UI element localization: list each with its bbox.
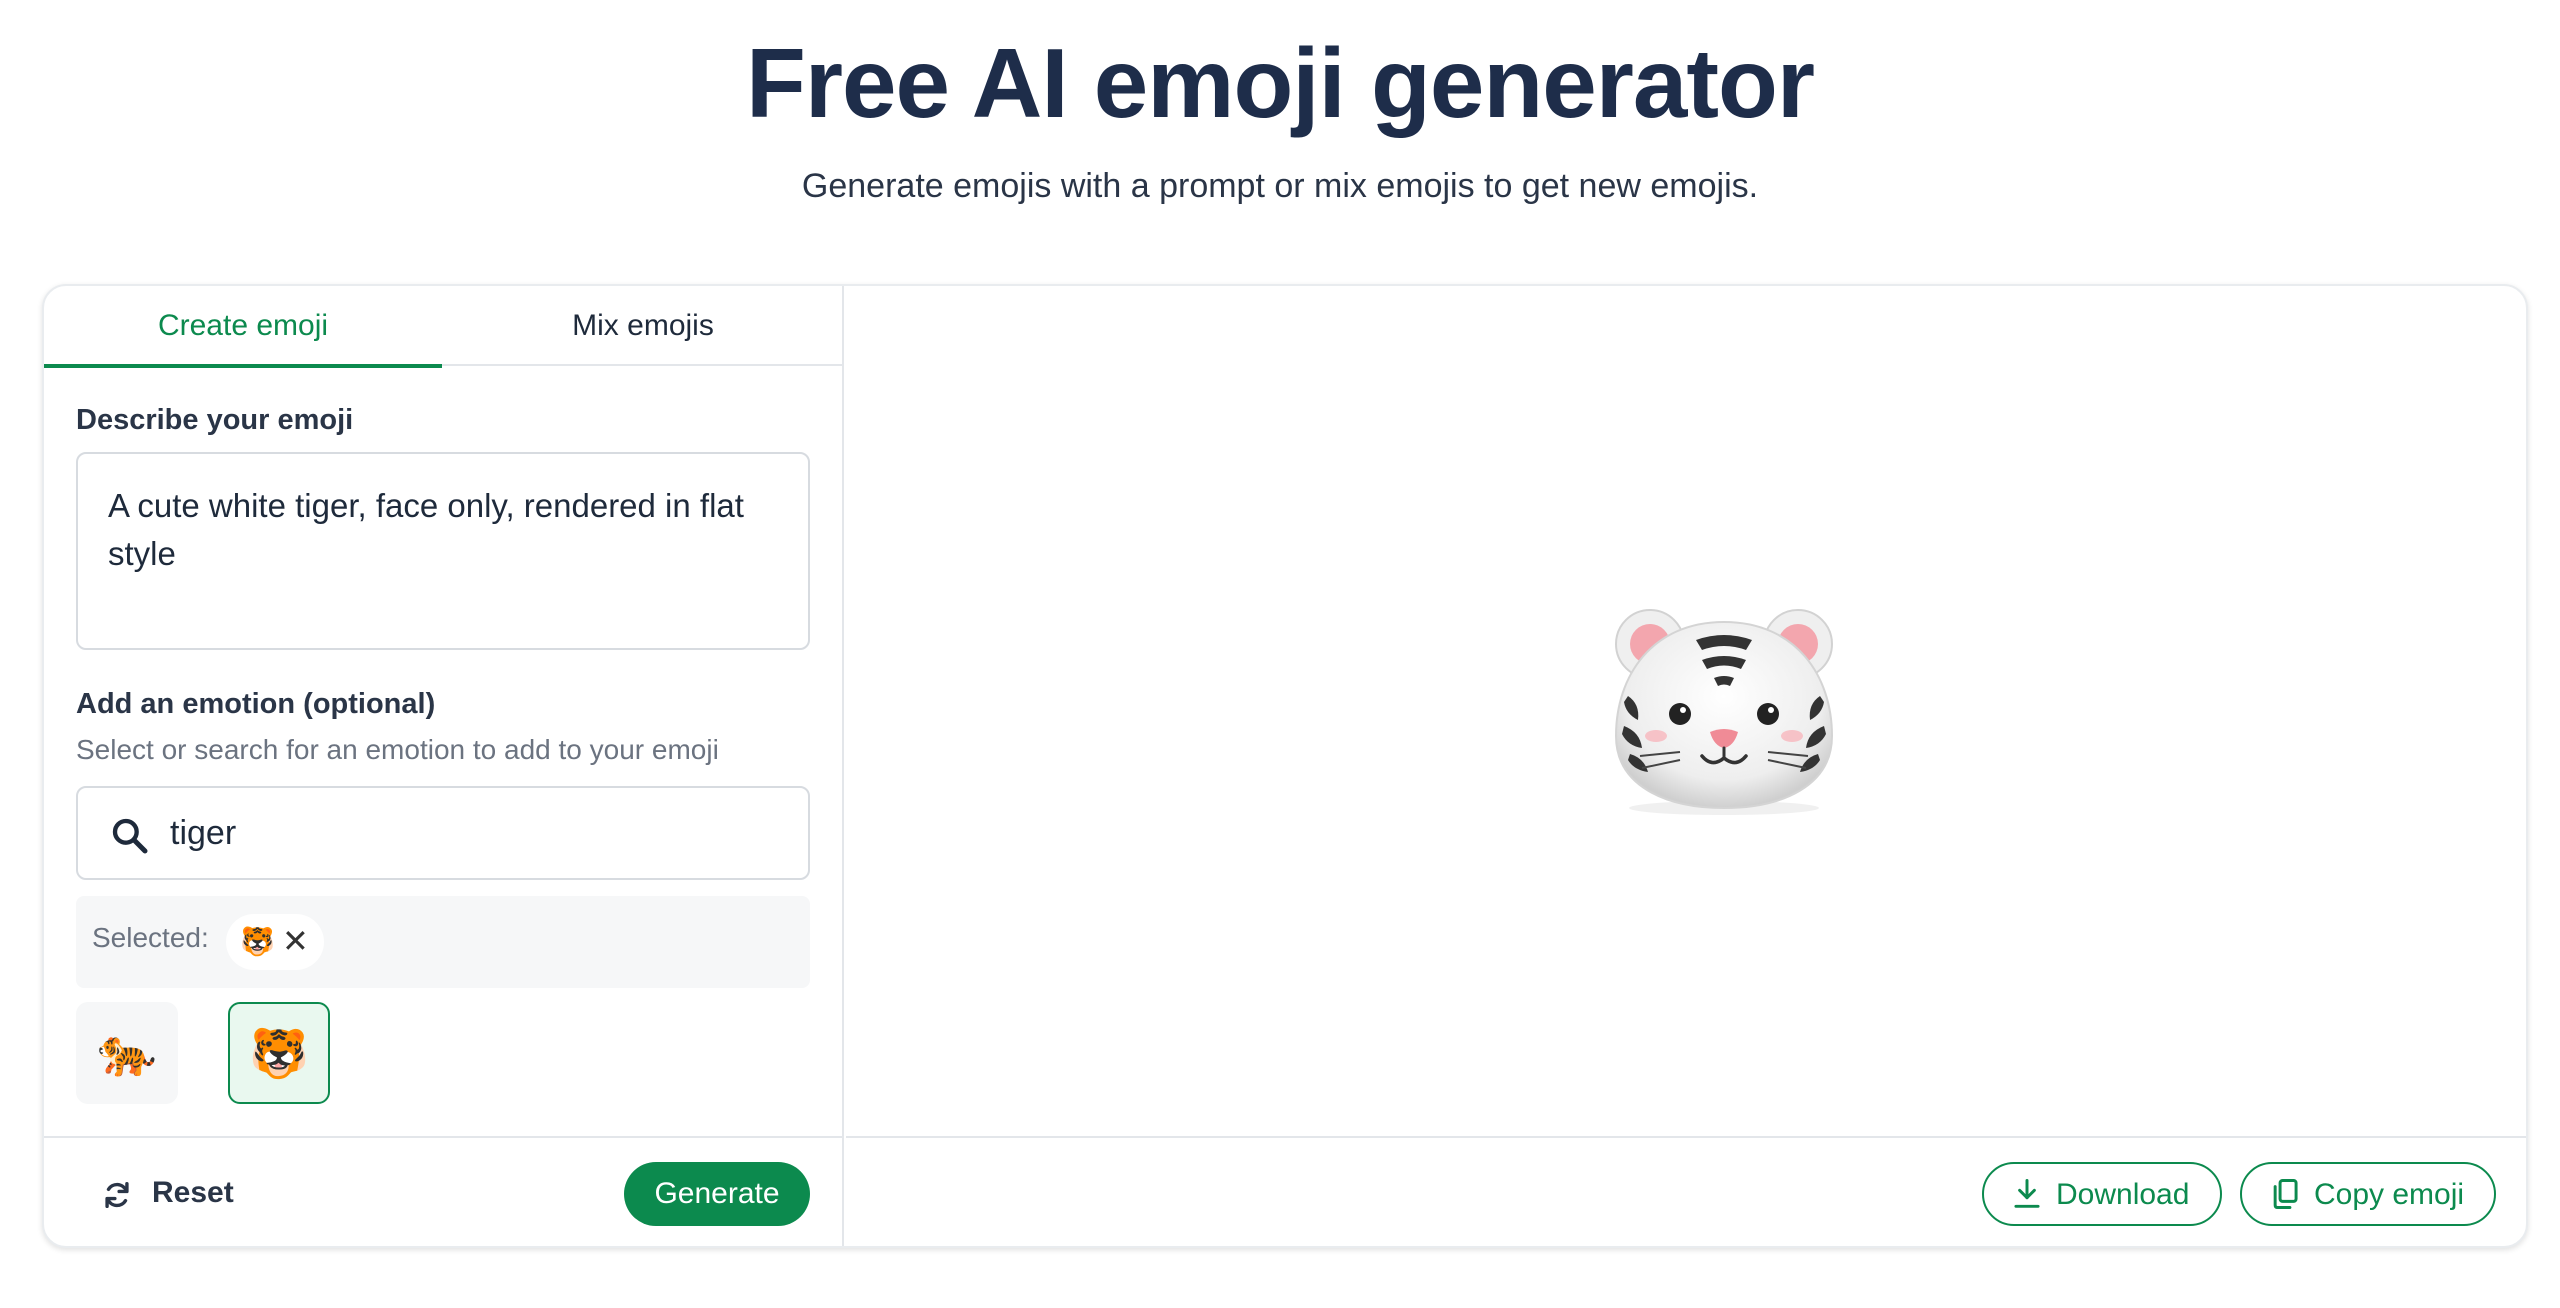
emotion-search-input[interactable] — [170, 788, 790, 878]
selected-bar: Selected: 🐯 ✕ — [76, 896, 810, 988]
describe-textarea[interactable]: A cute white tiger, face only, rendered … — [76, 452, 810, 650]
download-icon — [2014, 1178, 2040, 1208]
search-icon — [112, 818, 148, 854]
emoji-option-tiger[interactable]: 🐅 — [76, 1002, 178, 1104]
emoji-preview — [846, 286, 2526, 1136]
tab-mix-emojis[interactable]: Mix emojis — [444, 286, 842, 366]
tab-bar: Create emoji Mix emojis — [44, 286, 844, 368]
emoji-option-glyph: 🐯 — [249, 1028, 309, 1081]
close-icon[interactable]: ✕ — [282, 922, 309, 960]
download-button[interactable]: Download — [1982, 1162, 2222, 1226]
describe-label: Describe your emoji — [76, 404, 354, 436]
emotion-search-box[interactable] — [76, 786, 810, 880]
left-panel: Create emoji Mix emojis Describe your em… — [44, 286, 844, 1246]
selected-emoji-chip: 🐯 ✕ — [226, 914, 324, 970]
emotion-label: Add an emotion (optional) — [76, 688, 436, 720]
generator-card: Create emoji Mix emojis Describe your em… — [42, 284, 2528, 1248]
refresh-icon — [105, 1181, 129, 1209]
reset-label: Reset — [152, 1176, 234, 1209]
copy-emoji-button[interactable]: Copy emoji — [2240, 1162, 2496, 1226]
right-footer: Download Copy emoji — [846, 1136, 2526, 1246]
tab-create-emoji[interactable]: Create emoji — [44, 286, 442, 368]
copy-label: Copy emoji — [2314, 1178, 2465, 1211]
right-panel: Download Copy emoji — [846, 286, 2526, 1246]
emoji-option-glyph: 🐅 — [97, 1026, 157, 1079]
copy-icon — [2273, 1178, 2298, 1210]
emoji-option-tiger-face[interactable]: 🐯 — [228, 1002, 330, 1104]
left-footer: Reset Generate — [44, 1136, 844, 1246]
page-subtitle: Generate emojis with a prompt or mix emo… — [801, 167, 1759, 205]
page-title: Free AI emoji generator — [745, 28, 1815, 138]
generated-white-tiger-emoji — [1614, 609, 1834, 815]
download-label: Download — [2056, 1178, 2190, 1211]
selected-label: Selected: — [92, 922, 209, 953]
generate-button[interactable]: Generate — [624, 1162, 810, 1226]
emotion-hint: Select or search for an emotion to add t… — [76, 734, 719, 765]
selected-emoji: 🐯 — [240, 926, 275, 957]
